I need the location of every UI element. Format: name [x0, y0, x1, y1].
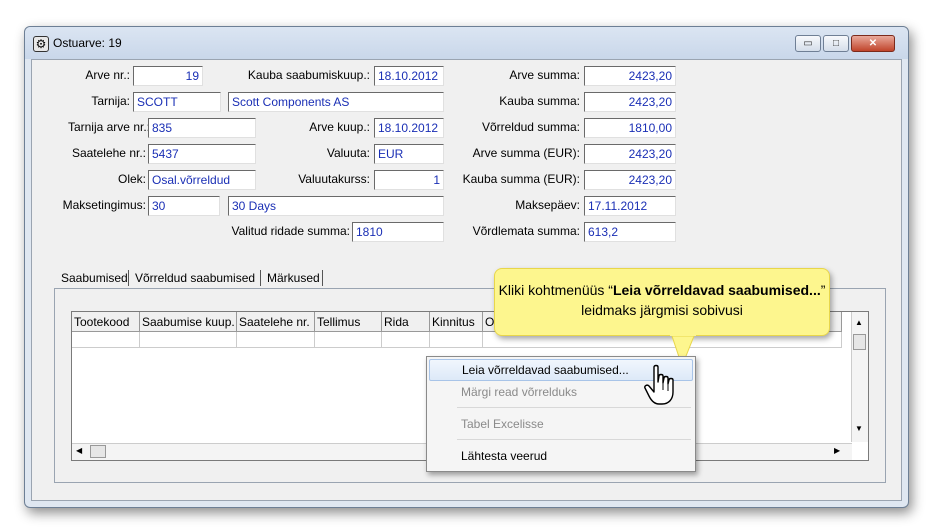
tab-arrivals[interactable]: Saabumised	[58, 268, 131, 288]
grid-cell[interactable]	[72, 332, 140, 348]
title-bar[interactable]: ⚙ Ostuarve: 19 ▭ □ ✕	[25, 27, 908, 59]
arrival-date-field[interactable]: 18.10.2012	[374, 66, 444, 86]
selected-rows-sum-label: Valitud ridade summa:	[231, 224, 351, 238]
grid-cell[interactable]	[140, 332, 237, 348]
invoice-sum-label: Arve summa:	[509, 68, 580, 82]
uncompared-sum-label: Võrdlemata summa:	[472, 224, 580, 238]
scroll-left-arrow-icon[interactable]: ◀	[76, 446, 82, 455]
waybill-number-label: Saatelehe nr.:	[71, 146, 146, 160]
column-header[interactable]: Tellimus	[315, 312, 382, 332]
invoice-sum-field[interactable]: 2423,20	[584, 66, 676, 86]
column-header[interactable]: Saabumise kuup.	[140, 312, 237, 332]
scroll-thumb[interactable]	[90, 445, 106, 458]
invoice-number-field[interactable]: 19	[133, 66, 203, 86]
tab-divider	[260, 270, 261, 286]
tab-divider	[322, 270, 323, 286]
currency-label: Valuuta:	[326, 146, 370, 160]
grid-cell[interactable]	[315, 332, 382, 348]
instruction-callout: Kliki kohtmenüüs “Leia võrreldavad saabu…	[494, 268, 830, 336]
due-date-label: Maksepäev:	[515, 198, 580, 212]
arrival-date-label: Kauba saabumiskuup.:	[247, 68, 370, 82]
goods-sum-eur-label: Kauba summa (EUR):	[462, 172, 580, 186]
grid-cell[interactable]	[430, 332, 483, 348]
due-date-field[interactable]: 17.11.2012	[584, 196, 676, 216]
goods-sum-field[interactable]: 2423,20	[584, 92, 676, 112]
compared-sum-field[interactable]: 1810,00	[584, 118, 676, 138]
status-label: Olek:	[117, 172, 146, 186]
scroll-thumb[interactable]	[853, 334, 866, 350]
supplier-label: Tarnija:	[91, 94, 130, 108]
tab-divider	[128, 270, 129, 286]
invoice-date-label: Arve kuup.:	[309, 120, 370, 134]
menu-item-reset-columns[interactable]: Lähtesta veerud	[429, 445, 693, 467]
supplier-invoice-label: Tarnija arve nr.:	[67, 120, 150, 134]
tab-strip: Saabumised Võrreldud saabumised Märkused	[58, 268, 358, 288]
payment-terms-label: Maksetingimus:	[62, 198, 146, 212]
invoice-sum-eur-field[interactable]: 2423,20	[584, 144, 676, 164]
tab-compared-arrivals[interactable]: Võrreldud saabumised	[132, 268, 258, 288]
invoice-number-label: Arve nr.:	[85, 68, 130, 82]
window-title: Ostuarve: 19	[53, 36, 122, 50]
exchange-rate-label: Valuutakurss:	[298, 172, 370, 186]
tab-notes[interactable]: Märkused	[264, 268, 323, 288]
column-header[interactable]: Kinnitus	[430, 312, 483, 332]
exchange-rate-field[interactable]: 1	[374, 170, 444, 190]
goods-sum-eur-field[interactable]: 2423,20	[584, 170, 676, 190]
scroll-right-arrow-icon[interactable]: ▶	[834, 446, 840, 455]
payment-terms-code-field[interactable]: 30	[148, 196, 220, 216]
hand-cursor-icon	[644, 364, 674, 405]
goods-sum-label: Kauba summa:	[499, 94, 580, 108]
supplier-name-field[interactable]: Scott Components AS	[228, 92, 444, 112]
payment-terms-name-field[interactable]: 30 Days	[228, 196, 444, 216]
scroll-down-arrow-icon[interactable]: ▼	[855, 424, 863, 433]
vertical-scrollbar[interactable]: ▲ ▼	[851, 312, 868, 442]
supplier-code-field[interactable]: SCOTT	[133, 92, 221, 112]
waybill-number-field[interactable]: 5437	[148, 144, 256, 164]
grid-cell[interactable]	[237, 332, 315, 348]
menu-separator	[457, 439, 691, 440]
grid-cell[interactable]	[382, 332, 430, 348]
invoice-date-field[interactable]: 18.10.2012	[374, 118, 444, 138]
column-header[interactable]: Rida	[382, 312, 430, 332]
app-icon: ⚙	[33, 36, 49, 52]
invoice-sum-eur-label: Arve summa (EUR):	[472, 146, 580, 160]
selected-rows-sum-field[interactable]: 1810	[352, 222, 444, 242]
callout-text-before: Kliki kohtmenüüs “	[498, 282, 613, 298]
column-header[interactable]: Tootekood	[72, 312, 140, 332]
status-field[interactable]: Osal.võrreldud	[148, 170, 256, 190]
callout-bold-text: Leia võrreldavad saabumised...	[612, 282, 821, 298]
scroll-up-arrow-icon[interactable]: ▲	[855, 318, 863, 327]
maximize-button[interactable]: □	[823, 35, 849, 52]
supplier-invoice-field[interactable]: 835	[148, 118, 256, 138]
close-button[interactable]: ✕	[851, 35, 895, 52]
compared-sum-label: Võrreldud summa:	[481, 120, 580, 134]
column-header[interactable]: Saatelehe nr.	[237, 312, 315, 332]
currency-field[interactable]: EUR	[374, 144, 444, 164]
minimize-button[interactable]: ▭	[795, 35, 821, 52]
uncompared-sum-field[interactable]: 613,2	[584, 222, 676, 242]
menu-item-table-to-excel[interactable]: Tabel Excelisse	[429, 413, 693, 435]
